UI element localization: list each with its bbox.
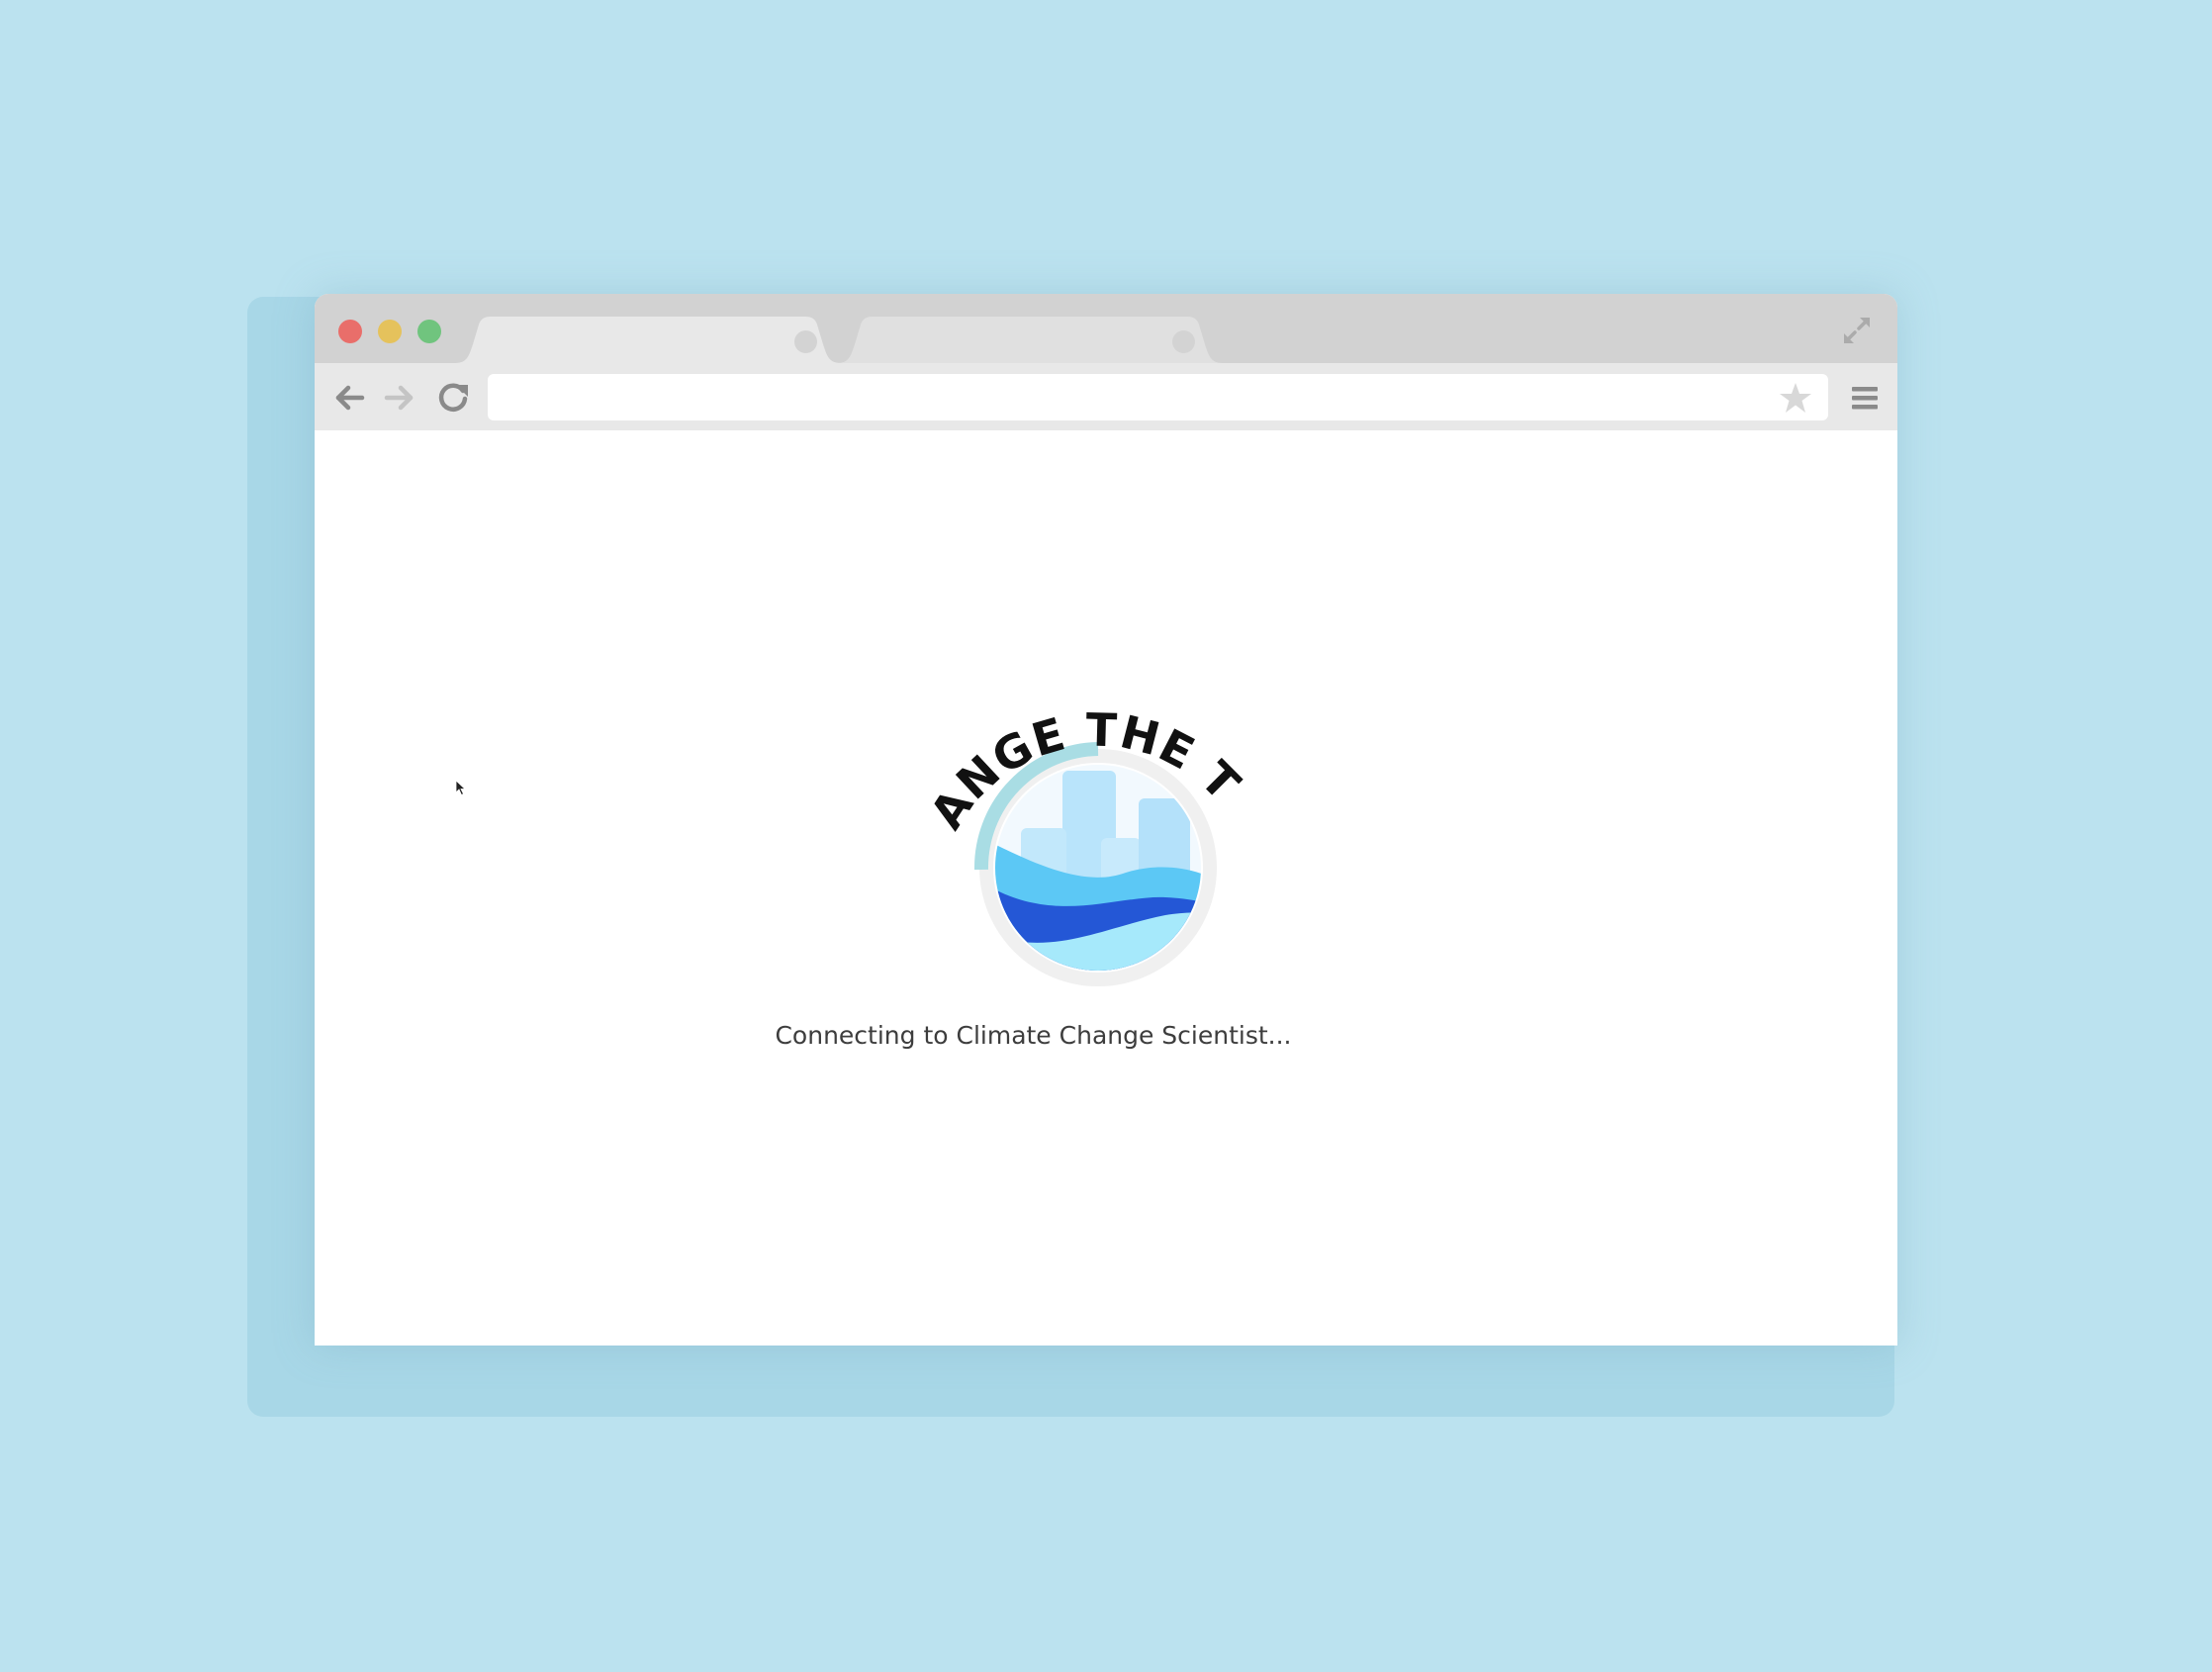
browser-toolbar [315, 363, 1897, 430]
title-bar [315, 294, 1897, 363]
tab-shape [455, 317, 841, 363]
zoom-window-button[interactable] [417, 320, 441, 343]
tab-favicon-placeholder-icon [1172, 330, 1195, 353]
page-content: CHANGE THE TIDE Connecting to Climate Ch… [315, 430, 1897, 1346]
minimize-window-button[interactable] [378, 320, 402, 343]
fullscreen-expand-icon[interactable] [1840, 314, 1874, 347]
browser-tab-active[interactable] [455, 317, 841, 363]
reload-icon[interactable] [434, 379, 472, 417]
change-the-tide-logo: CHANGE THE TIDE [888, 628, 1249, 986]
forward-arrow-icon[interactable] [381, 379, 418, 417]
browser-tab-inactive[interactable] [837, 317, 1223, 363]
address-bar-input[interactable] [488, 374, 1828, 420]
bookmark-star-icon[interactable] [1779, 382, 1812, 414]
connection-status-text: Connecting to Climate Change Scientist..… [775, 1021, 1292, 1050]
browser-window: CHANGE THE TIDE Connecting to Climate Ch… [315, 294, 1897, 1346]
close-window-button[interactable] [338, 320, 362, 343]
back-arrow-icon[interactable] [330, 379, 368, 417]
tab-shape [837, 317, 1223, 363]
hamburger-menu-icon[interactable] [1850, 383, 1880, 413]
mouse-cursor-icon [455, 780, 467, 796]
tab-favicon-placeholder-icon [794, 330, 817, 353]
